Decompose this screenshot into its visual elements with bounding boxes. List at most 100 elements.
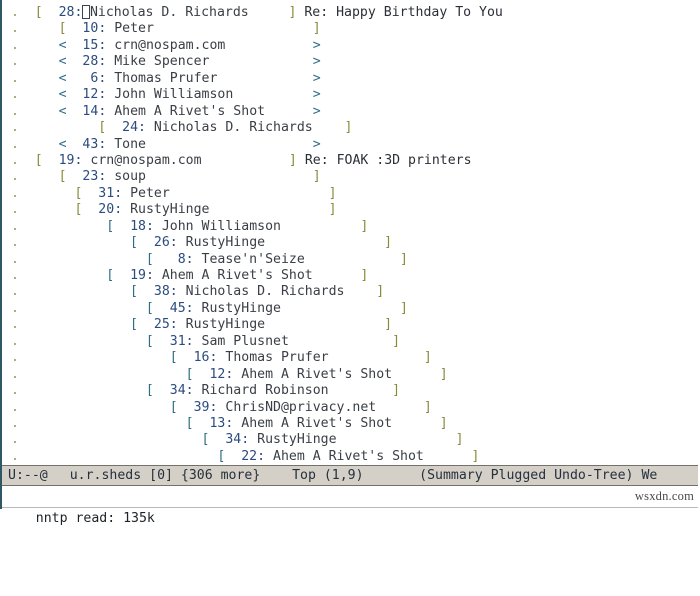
- thread-close-bracket: ]: [360, 268, 369, 283]
- summary-line[interactable]: . < 43: Tone >: [3, 137, 700, 153]
- gnus-mode-icon: [50, 468, 66, 483]
- article-number-colon: :: [169, 235, 178, 251]
- from-pad: [146, 137, 313, 152]
- article-number-colon: :: [145, 218, 154, 234]
- thread-close-bracket: ]: [328, 202, 337, 218]
- summary-line[interactable]: . [ 16: Thomas Prufer ]: [3, 350, 700, 366]
- article-number: 38: [138, 284, 170, 300]
- from-gap: [178, 317, 186, 332]
- summary-mark-dot: .: [3, 37, 27, 53]
- summary-line[interactable]: . [ 25: RustyHinge ]: [3, 317, 700, 333]
- gnus-summary-buffer[interactable]: . [ 28: Nicholas D. Richards ] Re: Happy …: [0, 0, 700, 465]
- summary-mark-dot: .: [3, 136, 27, 152]
- article-author: crn@nospam.com: [90, 152, 202, 168]
- summary-line[interactable]: . [ 23: soup ]: [3, 169, 700, 185]
- summary-line[interactable]: . [ 20: RustyHinge ]: [3, 202, 700, 218]
- summary-line[interactable]: . [ 18: John Williamson ]: [3, 219, 700, 235]
- summary-line[interactable]: . [ 8: Tease'n'Seize ]: [3, 252, 700, 268]
- summary-line[interactable]: . < 6: Thomas Prufer >: [3, 71, 700, 87]
- mode-line-position: Top (1,9): [292, 468, 364, 483]
- summary-mark-dot: .: [3, 202, 27, 218]
- thread-open-bracket: <: [58, 70, 67, 86]
- echo-area[interactable]: nntp read: 135k wsxdn.com: [0, 486, 700, 526]
- summary-mark-dot: .: [3, 415, 27, 431]
- summary-line[interactable]: . [ 45: RustyHinge ]: [3, 301, 700, 317]
- summary-mark-dot: .: [3, 432, 27, 448]
- summary-line[interactable]: . [ 10: Peter ]: [3, 21, 700, 37]
- thread-close-bracket: ]: [455, 432, 464, 448]
- summary-line[interactable]: . [ 38: Nicholas D. Richards ]: [3, 284, 700, 300]
- article-number: 39: [177, 399, 210, 415]
- from-pad: [344, 284, 376, 299]
- summary-line[interactable]: . [ 34: RustyHinge ]: [3, 432, 700, 448]
- summary-line[interactable]: . [ 12: Ahem A Rivet's Shot ]: [3, 367, 700, 383]
- summary-line[interactable]: . [ 28: Nicholas D. Richards ] Re: Happy …: [3, 5, 700, 21]
- summary-line[interactable]: . [ 31: Sam Plusnet ]: [3, 334, 700, 350]
- summary-line[interactable]: . < 15: crn@nospam.com >: [3, 38, 700, 54]
- thread-indent: [27, 383, 146, 398]
- thread-open-bracket: <: [58, 37, 67, 53]
- summary-line[interactable]: . [ 19: crn@nospam.com ] Re: FOAK :3D pr…: [3, 153, 700, 169]
- article-number: 16: [177, 350, 210, 366]
- thread-close-bracket: ]: [392, 333, 401, 349]
- thread-close-bracket: ]: [439, 415, 448, 431]
- article-author: Tease'n'Seize: [201, 251, 305, 267]
- from-pad: [170, 186, 329, 201]
- summary-mark-dot: .: [3, 120, 27, 136]
- article-subject: Re: Happy Birthday To You: [304, 5, 503, 20]
- article-author: Ahem A Rivet's Shot: [241, 366, 393, 382]
- from-pad: [376, 400, 424, 415]
- from-gap: [154, 219, 162, 234]
- article-number: 12: [66, 87, 99, 103]
- summary-line[interactable]: . < 12: John Williamson >: [3, 87, 700, 103]
- thread-close-bracket: ]: [423, 399, 432, 415]
- article-author: RustyHinge: [185, 235, 266, 251]
- thread-open-bracket: [: [130, 317, 138, 333]
- thread-close-bracket: >: [312, 87, 321, 103]
- thread-indent: [27, 252, 146, 267]
- summary-mark-dot: .: [3, 103, 27, 119]
- article-number-colon: :: [145, 268, 154, 283]
- thread-open-bracket: [: [34, 5, 43, 20]
- summary-line[interactable]: . [ 13: Ahem A Rivet's Shot ]: [3, 416, 700, 432]
- from-gap: [154, 268, 162, 283]
- article-number: 34: [153, 383, 186, 399]
- summary-line[interactable]: . [ 19: Ahem A Rivet's Shot ]: [3, 268, 700, 284]
- article-number: 26: [138, 235, 170, 251]
- summary-mark-dot: .: [3, 218, 27, 234]
- from-pad: [424, 449, 472, 464]
- thread-indent: [27, 284, 130, 299]
- from-pad: [281, 219, 360, 234]
- thread-indent: [27, 186, 75, 201]
- article-number: 19: [114, 268, 146, 283]
- thread-close-bracket: ]: [384, 317, 393, 333]
- article-number-colon: :: [169, 317, 178, 333]
- mode-line[interactable]: U:--@ u.r.sheds [0] {306 more} Top (1,9)…: [0, 465, 700, 486]
- mode-line-group[interactable]: u.r.sheds: [70, 466, 141, 485]
- article-author: ChrisND@privacy.net: [225, 399, 377, 415]
- thread-open-bracket: <: [58, 87, 67, 103]
- article-number-colon: :: [138, 120, 146, 136]
- summary-line[interactable]: . [ 39: ChrisND@privacy.net ]: [3, 400, 700, 416]
- from-pad: [210, 202, 329, 217]
- article-number-colon: :: [185, 300, 194, 316]
- summary-line[interactable]: . [ 24: Nicholas D. Richards ]: [3, 120, 700, 136]
- article-number: 25: [138, 317, 170, 333]
- article-author: Ahem A Rivet's Shot: [161, 268, 313, 283]
- article-number: 8: [153, 251, 186, 267]
- article-author: Ahem A Rivet's Shot: [241, 415, 393, 431]
- thread-close-bracket: ]: [423, 350, 432, 366]
- summary-line[interactable]: . [ 34: Richard Robinson ]: [3, 383, 700, 399]
- thread-indent: [27, 120, 98, 135]
- article-number: 23: [66, 169, 99, 185]
- summary-line[interactable]: . [ 22: Ahem A Rivet's Shot ]: [3, 449, 700, 465]
- summary-line[interactable]: . [ 31: Peter ]: [3, 186, 700, 202]
- summary-line[interactable]: . [ 26: RustyHinge ]: [3, 235, 700, 251]
- summary-mark-dot: .: [3, 21, 27, 37]
- article-number: 19: [42, 152, 75, 168]
- summary-line[interactable]: . < 14: Ahem A Rivet's Shot >: [3, 104, 700, 120]
- from-pad: [289, 334, 392, 349]
- article-author: Peter: [114, 21, 154, 37]
- summary-line[interactable]: . < 28: Mike Spencer >: [3, 54, 700, 70]
- echo-bottom-rule: [0, 507, 700, 508]
